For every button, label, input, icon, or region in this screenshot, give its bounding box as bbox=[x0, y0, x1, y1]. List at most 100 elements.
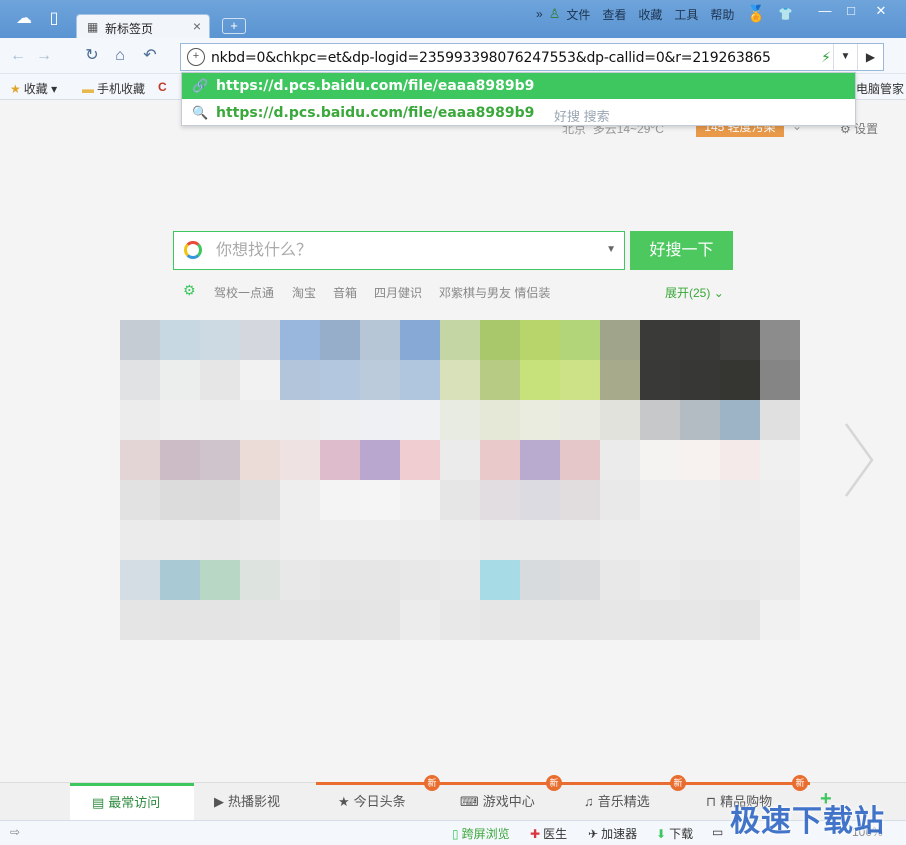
thumbnail-tile[interactable] bbox=[640, 320, 680, 360]
cloud-icon[interactable]: ☁ bbox=[14, 9, 34, 29]
menu-tools[interactable]: 工具 bbox=[674, 6, 698, 23]
thumbnail-tile[interactable] bbox=[320, 400, 360, 440]
thumbnail-tile[interactable] bbox=[320, 360, 360, 400]
thumbnail-tile[interactable] bbox=[720, 400, 760, 440]
thumbnail-tile[interactable] bbox=[280, 600, 320, 640]
thumbnail-tile[interactable] bbox=[680, 440, 720, 480]
hot-link[interactable]: 邓紫棋与男友 情侣装 bbox=[439, 284, 550, 301]
thumbnail-tile[interactable] bbox=[320, 520, 360, 560]
thumbnail-tile[interactable] bbox=[440, 440, 480, 480]
thumbnail-tile[interactable] bbox=[640, 440, 680, 480]
thumbnail-tile[interactable] bbox=[520, 360, 560, 400]
thumbnail-tile[interactable] bbox=[560, 600, 600, 640]
thumbnail-tile[interactable] bbox=[400, 480, 440, 520]
thumbnail-tile[interactable] bbox=[560, 320, 600, 360]
thumbnail-tile[interactable] bbox=[240, 560, 280, 600]
thumbnail-tile[interactable] bbox=[440, 360, 480, 400]
menu-help[interactable]: 帮助 bbox=[710, 6, 734, 23]
thumbnail-tile[interactable] bbox=[360, 440, 400, 480]
thumbnail-tile[interactable] bbox=[440, 600, 480, 640]
thumbnail-tile[interactable] bbox=[320, 600, 360, 640]
thumbnail-tile[interactable] bbox=[280, 320, 320, 360]
more-chevron-icon[interactable]: » bbox=[536, 7, 543, 21]
thumbnail-tile[interactable] bbox=[200, 560, 240, 600]
thumbnail-tile[interactable] bbox=[760, 520, 800, 560]
hot-link[interactable]: 音箱 bbox=[333, 284, 357, 301]
thumbnail-tile[interactable] bbox=[720, 360, 760, 400]
thumbnail-tile[interactable] bbox=[440, 400, 480, 440]
shirt-icon[interactable]: 👕 bbox=[778, 7, 793, 21]
thumbnail-tile[interactable] bbox=[400, 320, 440, 360]
thumbnail-tile[interactable] bbox=[360, 360, 400, 400]
thumbnail-tile[interactable] bbox=[600, 480, 640, 520]
thumbnail-tile[interactable] bbox=[160, 560, 200, 600]
thumbnail-tile[interactable] bbox=[360, 400, 400, 440]
thumbnail-tile[interactable] bbox=[320, 560, 360, 600]
menu-file[interactable]: 文件 bbox=[566, 6, 590, 23]
thumbnail-tile[interactable] bbox=[720, 440, 760, 480]
thumbnail-tile[interactable] bbox=[760, 360, 800, 400]
search-input[interactable] bbox=[216, 238, 596, 264]
thumbnail-tile[interactable] bbox=[120, 600, 160, 640]
favorites-menu[interactable]: ★ 收藏 ▾ bbox=[10, 80, 57, 97]
thumbnail-tile[interactable] bbox=[120, 360, 160, 400]
window-icon[interactable]: ▭ bbox=[712, 825, 723, 839]
maximize-icon[interactable]: □ bbox=[838, 2, 864, 20]
thumbnail-tile[interactable] bbox=[720, 480, 760, 520]
thumbnail-tile[interactable] bbox=[640, 520, 680, 560]
thumbnail-tile[interactable] bbox=[280, 520, 320, 560]
thumbnail-tile[interactable] bbox=[120, 480, 160, 520]
tab-hot-videos[interactable]: ▶ 热播影视 bbox=[214, 783, 314, 821]
thumbnail-tile[interactable] bbox=[320, 440, 360, 480]
thumbnail-tile[interactable] bbox=[120, 560, 160, 600]
mobile-icon[interactable]: ▯ bbox=[44, 9, 64, 29]
refresh-icon[interactable]: ↻ bbox=[82, 46, 102, 66]
thumbnail-tile[interactable] bbox=[280, 480, 320, 520]
thumbnail-tile[interactable] bbox=[600, 360, 640, 400]
thumbnail-tile[interactable] bbox=[520, 440, 560, 480]
go-arrow-icon[interactable]: ▶ bbox=[857, 44, 883, 70]
thumbnail-tile[interactable] bbox=[120, 320, 160, 360]
back-arrow-icon[interactable]: ← bbox=[8, 46, 28, 66]
thumbnail-tile[interactable] bbox=[480, 360, 520, 400]
thumbnail-tile[interactable] bbox=[200, 320, 240, 360]
user-icon[interactable]: ♙ bbox=[549, 6, 561, 22]
thumbnail-tile[interactable] bbox=[680, 320, 720, 360]
thumbnail-tile[interactable] bbox=[240, 600, 280, 640]
new-tab-button[interactable]: + bbox=[222, 18, 246, 34]
thumbnail-tile[interactable] bbox=[760, 560, 800, 600]
thumbnail-tile[interactable] bbox=[120, 520, 160, 560]
thumbnail-tile[interactable] bbox=[240, 440, 280, 480]
download-button[interactable]: ⬇ 下载 bbox=[656, 825, 693, 842]
doctor-button[interactable]: ✚ 医生 bbox=[530, 825, 567, 842]
thumbnail-tile[interactable] bbox=[440, 560, 480, 600]
thumbnail-tile[interactable] bbox=[360, 320, 400, 360]
thumbnail-tile[interactable] bbox=[360, 560, 400, 600]
thumbnail-tile[interactable] bbox=[240, 400, 280, 440]
thumbnail-tile[interactable] bbox=[360, 480, 400, 520]
home-icon[interactable]: ⌂ bbox=[110, 46, 130, 66]
thumbnail-tile[interactable] bbox=[520, 400, 560, 440]
thumbnail-tile[interactable] bbox=[200, 360, 240, 400]
thumbnail-tile[interactable] bbox=[280, 440, 320, 480]
site-thumbnails[interactable] bbox=[120, 320, 800, 640]
thumbnail-tile[interactable] bbox=[520, 320, 560, 360]
thumbnail-tile[interactable] bbox=[200, 600, 240, 640]
thumbnail-tile[interactable] bbox=[280, 400, 320, 440]
thumbnail-tile[interactable] bbox=[400, 360, 440, 400]
thumbnail-tile[interactable] bbox=[600, 560, 640, 600]
thumbnail-tile[interactable] bbox=[520, 560, 560, 600]
thumbnail-tile[interactable] bbox=[160, 480, 200, 520]
hot-link[interactable]: 驾校一点通 bbox=[214, 284, 274, 301]
address-dropdown-icon[interactable]: ▼ bbox=[833, 44, 857, 70]
close-tab-icon[interactable]: × bbox=[193, 18, 201, 34]
pc-manager-bookmark[interactable]: 电脑管家 bbox=[856, 80, 904, 97]
suggestion-item[interactable]: 🔗 https://d.pcs.baidu.com/file/eaaa8989b… bbox=[182, 73, 855, 99]
tab-music[interactable]: ♫ 音乐精选 bbox=[584, 783, 684, 821]
medal-icon[interactable]: 🏅 bbox=[746, 4, 766, 24]
thumbnail-tile[interactable] bbox=[280, 360, 320, 400]
thumbnail-tile[interactable] bbox=[760, 320, 800, 360]
thumbnail-tile[interactable] bbox=[480, 560, 520, 600]
thumbnail-tile[interactable] bbox=[200, 440, 240, 480]
sidebar-toggle-icon[interactable]: ⇨ bbox=[10, 825, 20, 839]
